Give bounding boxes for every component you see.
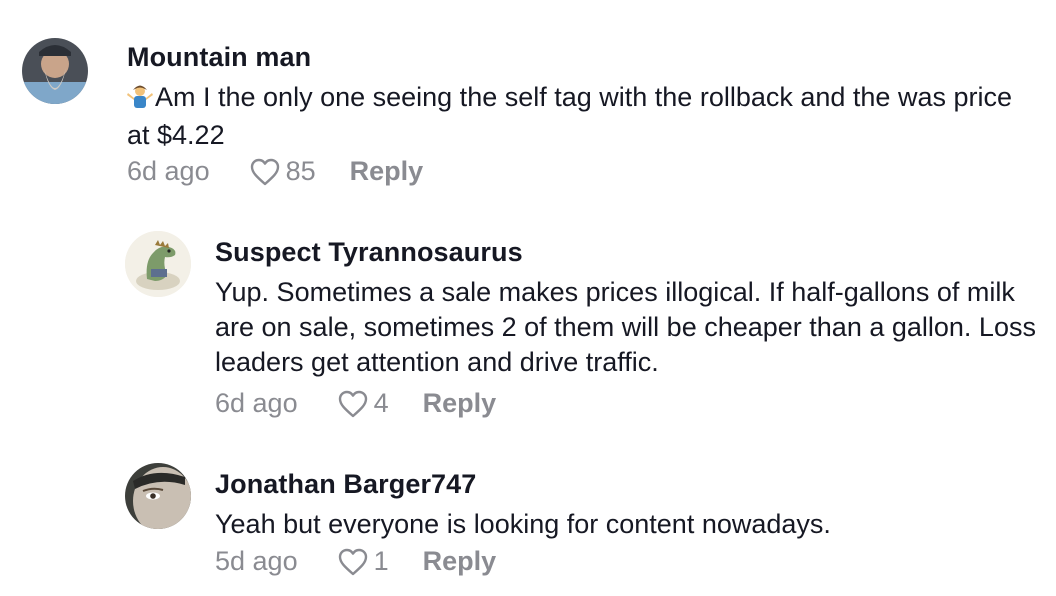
comment-timestamp: 5d ago [215,546,298,576]
comment-text: Yup. Sometimes a sale makes prices illog… [215,277,1036,377]
like-button[interactable]: 1 [338,546,389,577]
comment-username[interactable]: Suspect Tyrannosaurus [215,237,523,268]
heart-outline-icon [338,548,367,575]
comment-username[interactable]: Jonathan Barger747 [215,469,476,500]
like-count: 1 [373,546,389,576]
like-count: 85 [285,156,316,186]
comment-text-body: Am I the only one seeing the self tag wi… [127,82,1012,150]
comment-text: Yeah but everyone is looking for content… [215,509,831,539]
like-button[interactable]: 4 [338,388,389,419]
comment-meta: 6d ago 85 Reply [127,156,423,187]
like-count: 4 [373,388,389,418]
reply-button[interactable]: Reply [423,546,497,577]
avatar[interactable] [125,231,191,297]
person-shrugging-emoji-icon [127,83,153,118]
heart-outline-icon [250,158,279,185]
comment-meta: 5d ago 1 Reply [215,546,496,577]
comment-username[interactable]: Mountain man [127,42,311,73]
comment-timestamp: 6d ago [127,156,210,186]
comment-timestamp: 6d ago [215,388,298,418]
avatar[interactable] [125,463,191,529]
heart-outline-icon [338,390,367,417]
avatar[interactable] [22,38,88,104]
comment-text: Am I the only one seeing the self tag wi… [127,80,1037,153]
like-button[interactable]: 85 [250,156,316,187]
reply-button[interactable]: Reply [423,388,497,419]
reply-button[interactable]: Reply [350,156,424,187]
comment-meta: 6d ago 4 Reply [215,388,496,419]
